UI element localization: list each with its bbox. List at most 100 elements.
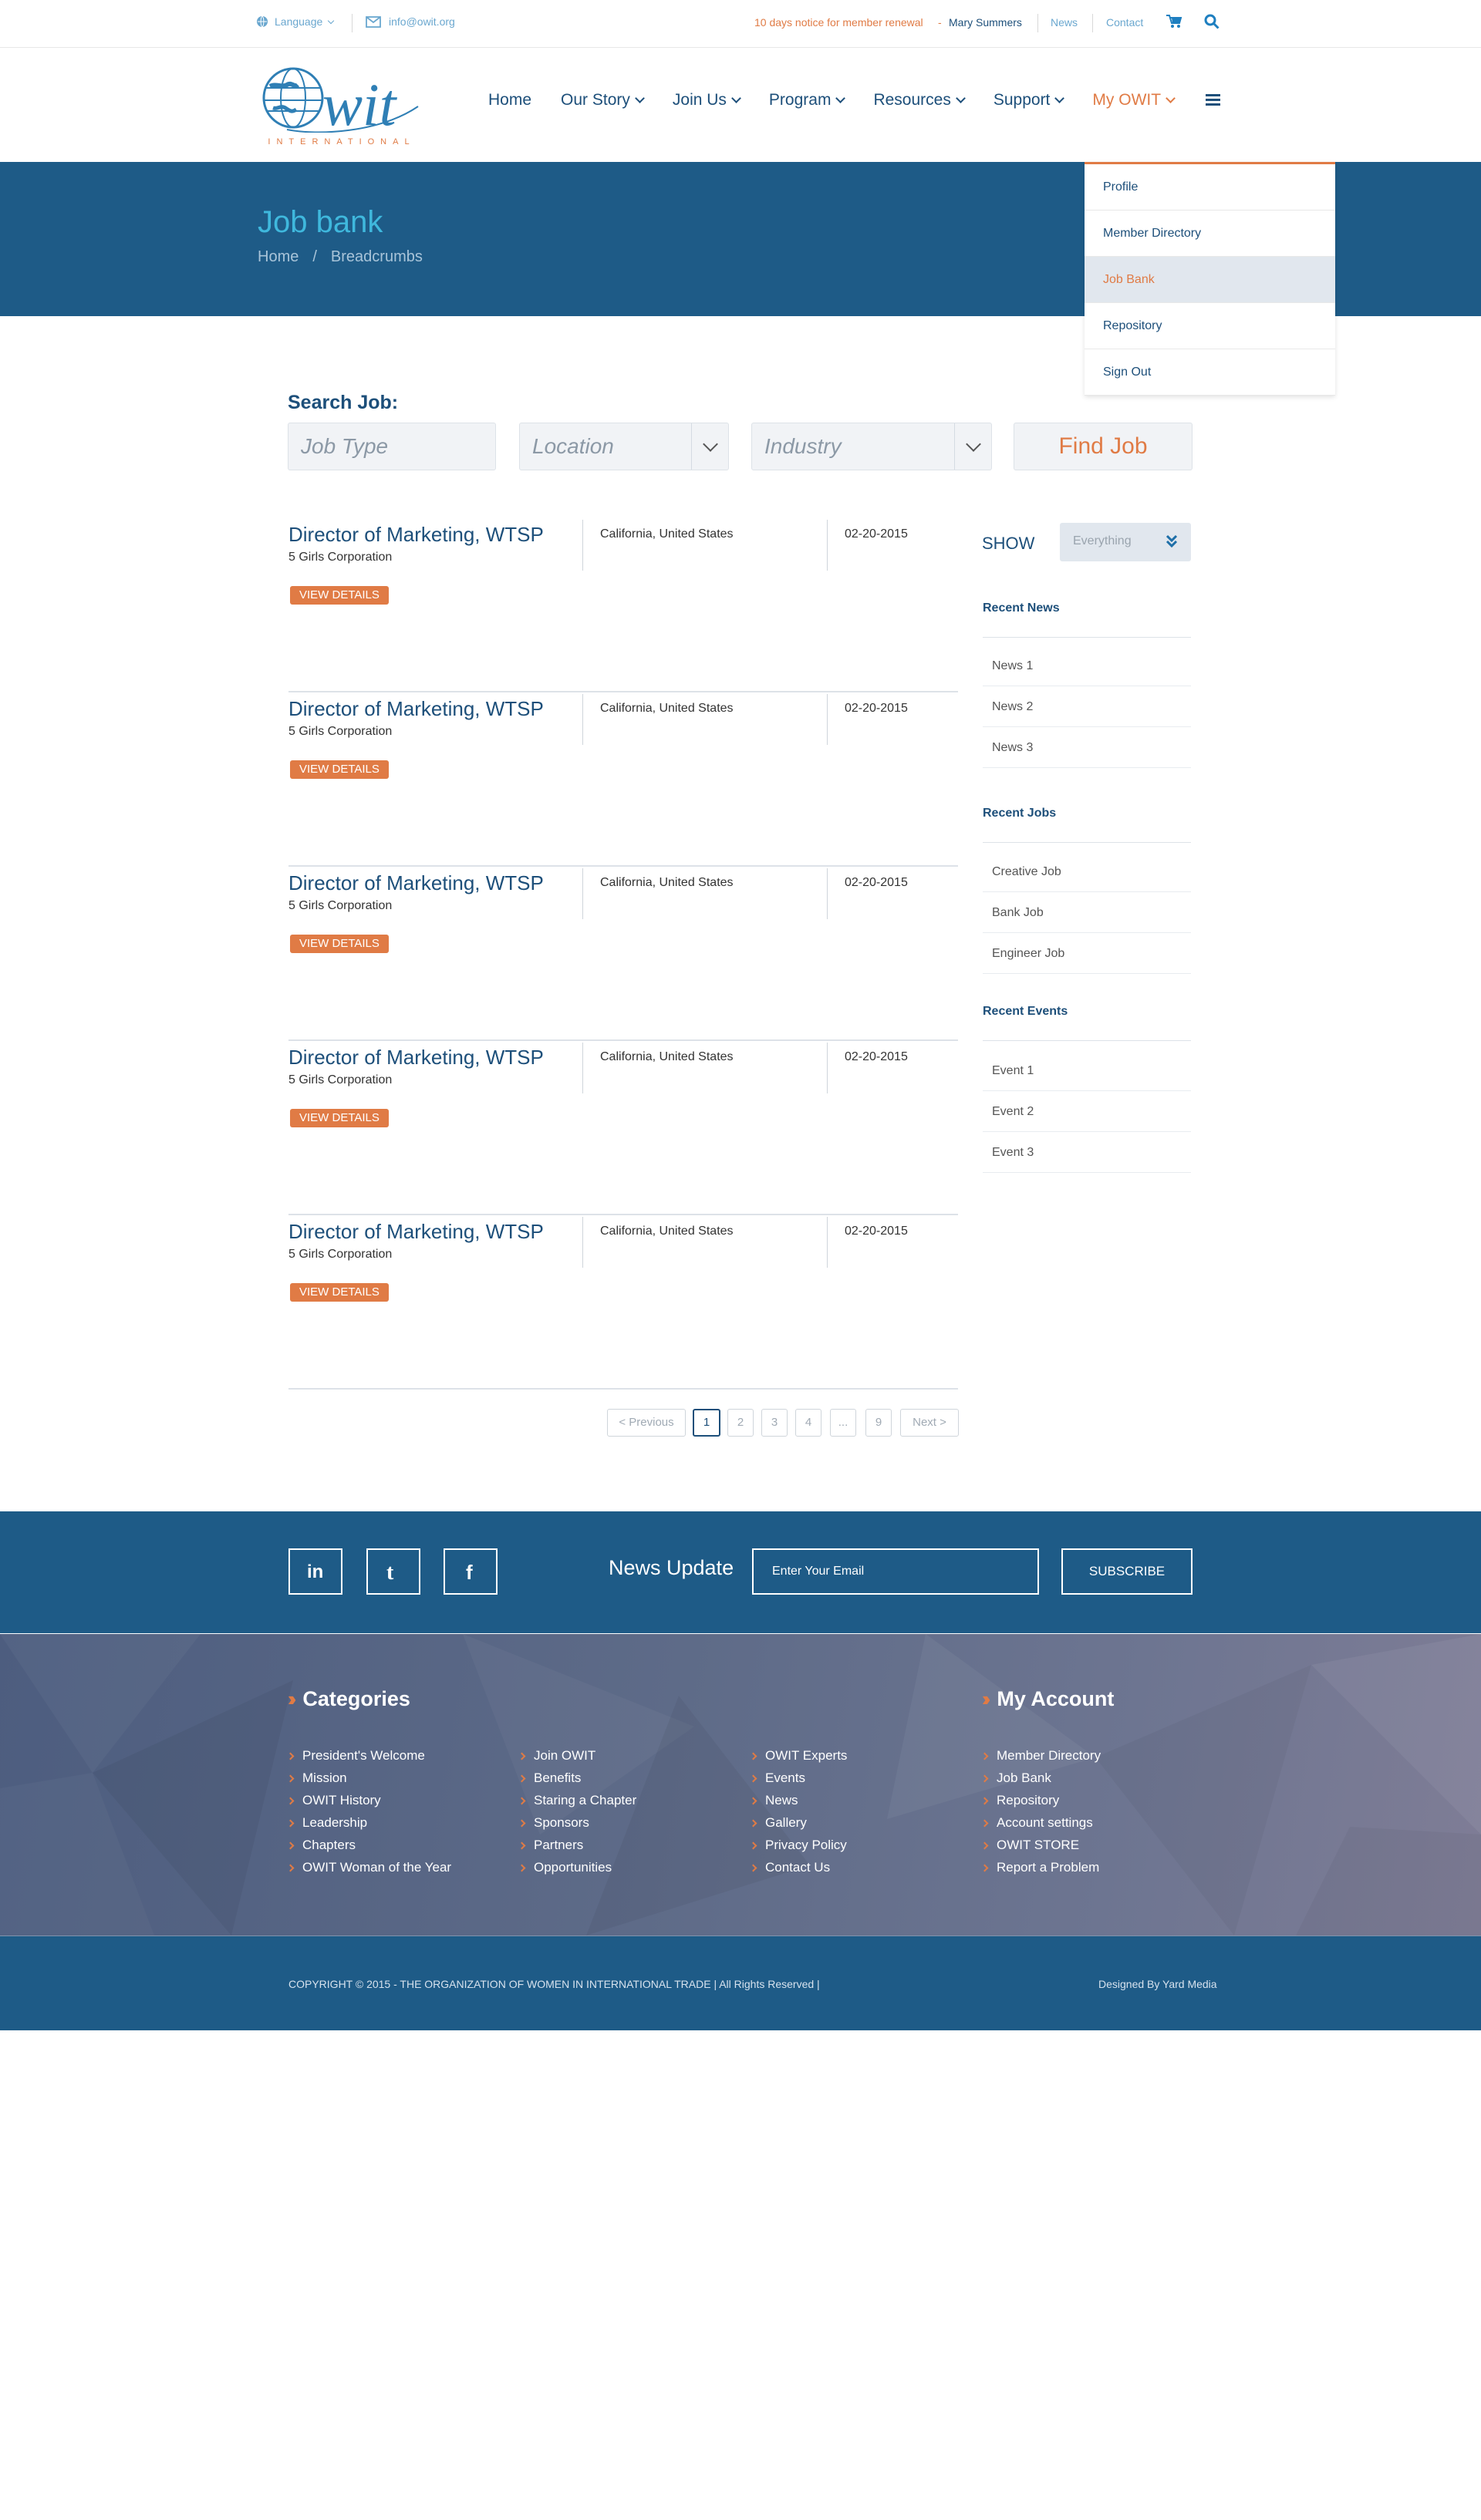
dropdown-item-sign-out[interactable]: Sign Out [1085, 349, 1335, 396]
footer-link-label: OWIT Woman of the Year [302, 1860, 452, 1875]
logo-mark: wit [262, 67, 419, 138]
pagination-page[interactable]: 2 [727, 1409, 754, 1437]
footer-link[interactable]: OWIT History [286, 1793, 381, 1808]
search-label: Search Job: [288, 392, 399, 413]
nav-join-us[interactable]: Join Us [673, 91, 741, 109]
recent-events-item[interactable]: Event 3 [983, 1132, 1191, 1173]
view-details-button[interactable]: VIEW DETAILS [290, 760, 389, 779]
view-details-button[interactable]: VIEW DETAILS [290, 586, 389, 605]
contact-link[interactable]: Contact [1106, 16, 1143, 29]
recent-news-item[interactable]: News 2 [983, 686, 1191, 727]
footer-link[interactable]: OWIT STORE [980, 1838, 1080, 1853]
footer-link[interactable]: Events [749, 1770, 805, 1786]
pagination-next[interactable]: Next > [900, 1409, 959, 1437]
view-details-button[interactable]: VIEW DETAILS [290, 1283, 389, 1302]
industry-select[interactable]: Industry [751, 423, 992, 470]
email-link[interactable]: info@owit.org [366, 15, 455, 28]
job-title[interactable]: Director of Marketing, WTSP [288, 523, 544, 547]
subscribe-button[interactable]: SUBSCRIBE [1061, 1548, 1193, 1595]
pagination-page[interactable]: 3 [761, 1409, 788, 1437]
user-name[interactable]: Mary Summers [949, 16, 1022, 29]
job-title[interactable]: Director of Marketing, WTSP [288, 871, 544, 895]
footer-link[interactable]: Privacy Policy [749, 1838, 847, 1853]
footer-link[interactable]: OWIT Experts [749, 1748, 847, 1764]
dropdown-item-job-bank[interactable]: Job Bank [1085, 257, 1335, 303]
show-filter-select[interactable]: Everything [1060, 523, 1191, 561]
dropdown-item-profile[interactable]: Profile [1085, 164, 1335, 211]
nav-support[interactable]: Support [994, 91, 1065, 109]
footer-link[interactable]: OWIT Woman of the Year [286, 1860, 452, 1875]
job-title[interactable]: Director of Marketing, WTSP [288, 1220, 544, 1244]
nav-our-story[interactable]: Our Story [561, 91, 645, 109]
footer-link[interactable]: Staring a Chapter [518, 1793, 636, 1808]
footer-link[interactable]: Gallery [749, 1815, 807, 1831]
job-type-input[interactable]: Job Type [288, 423, 496, 470]
my-account-heading: ›› My Account [982, 1687, 1114, 1711]
dropdown-item-repository[interactable]: Repository [1085, 303, 1335, 349]
recent-news-item[interactable]: News 3 [983, 727, 1191, 768]
pagination-page[interactable]: 4 [795, 1409, 821, 1437]
footer-link[interactable]: Report a Problem [980, 1860, 1099, 1875]
designer-credit[interactable]: Designed By Yard Media [1098, 1978, 1217, 1990]
footer-link[interactable]: Join OWIT [518, 1748, 595, 1764]
facebook-icon[interactable]: f [444, 1548, 498, 1595]
footer-link[interactable]: President's Welcome [286, 1748, 425, 1764]
footer-link[interactable]: Job Bank [980, 1770, 1051, 1786]
divider [1037, 14, 1038, 32]
footer-link[interactable]: Account settings [980, 1815, 1093, 1831]
pagination-page[interactable]: 9 [865, 1409, 892, 1437]
job-date: 02-20-2015 [845, 702, 908, 715]
recent-jobs-item[interactable]: Engineer Job [983, 933, 1191, 974]
footer-link[interactable]: Partners [518, 1838, 583, 1853]
job-company: 5 Girls Corporation [288, 899, 393, 912]
owit-logo[interactable]: wit INTERNATIONAL [256, 63, 427, 148]
footer-link[interactable]: Contact Us [749, 1860, 830, 1875]
divider [582, 694, 583, 745]
search-icon[interactable] [1204, 14, 1220, 29]
footer-link[interactable]: Benefits [518, 1770, 581, 1786]
find-job-button[interactable]: Find Job [1014, 423, 1193, 470]
dropdown-item-member-directory[interactable]: Member Directory [1085, 211, 1335, 257]
nav-program[interactable]: Program [769, 91, 846, 109]
cart-icon[interactable] [1166, 14, 1182, 29]
pagination-page[interactable]: 1 [693, 1409, 720, 1437]
location-select[interactable]: Location [519, 423, 729, 470]
nav-label: My OWIT [1092, 91, 1162, 109]
recent-news-item[interactable]: News 1 [983, 645, 1191, 686]
hamburger-icon[interactable] [1206, 94, 1220, 106]
svg-text:f: f [466, 1561, 473, 1584]
job-title[interactable]: Director of Marketing, WTSP [288, 697, 544, 721]
linkedin-icon[interactable]: in [288, 1548, 342, 1595]
view-details-button[interactable]: VIEW DETAILS [290, 935, 389, 953]
twitter-icon[interactable]: t [366, 1548, 420, 1595]
footer-link-label: OWIT STORE [997, 1838, 1080, 1852]
recent-events-item[interactable]: Event 2 [983, 1091, 1191, 1132]
breadcrumb-home[interactable]: Home [258, 248, 299, 266]
footer-link[interactable]: Member Directory [980, 1748, 1101, 1764]
view-details-button[interactable]: VIEW DETAILS [290, 1109, 389, 1127]
footer-link[interactable]: Leadership [286, 1815, 367, 1831]
nav-my-owit[interactable]: My OWIT [1092, 91, 1176, 109]
footer-link[interactable]: Repository [980, 1793, 1059, 1808]
job-title[interactable]: Director of Marketing, WTSP [288, 1046, 544, 1070]
footer-link[interactable]: Mission [286, 1770, 347, 1786]
footer-link-label: Sponsors [534, 1815, 589, 1830]
double-chevron-right-icon: ›› [288, 1687, 297, 1710]
nav-home[interactable]: Home [488, 91, 531, 109]
footer-link-label: President's Welcome [302, 1748, 425, 1763]
footer-link[interactable]: Opportunities [518, 1860, 612, 1875]
footer-link[interactable]: News [749, 1793, 798, 1808]
renewal-notice[interactable]: 10 days notice for member renewal [754, 16, 923, 29]
chevron-down-icon [1166, 93, 1176, 103]
recent-events-item[interactable]: Event 1 [983, 1050, 1191, 1091]
footer-link[interactable]: Chapters [286, 1838, 356, 1853]
recent-jobs-item[interactable]: Bank Job [983, 892, 1191, 933]
recent-jobs-item[interactable]: Creative Job [983, 851, 1191, 892]
language-selector[interactable]: Language [256, 15, 335, 28]
footer-link[interactable]: Sponsors [518, 1815, 589, 1831]
pagination-previous[interactable]: < Previous [607, 1409, 686, 1437]
chevron-right-icon [749, 1841, 757, 1849]
newsletter-email-input[interactable]: Enter Your Email [752, 1548, 1039, 1595]
nav-resources[interactable]: Resources [873, 91, 966, 109]
news-link[interactable]: News [1051, 16, 1078, 29]
